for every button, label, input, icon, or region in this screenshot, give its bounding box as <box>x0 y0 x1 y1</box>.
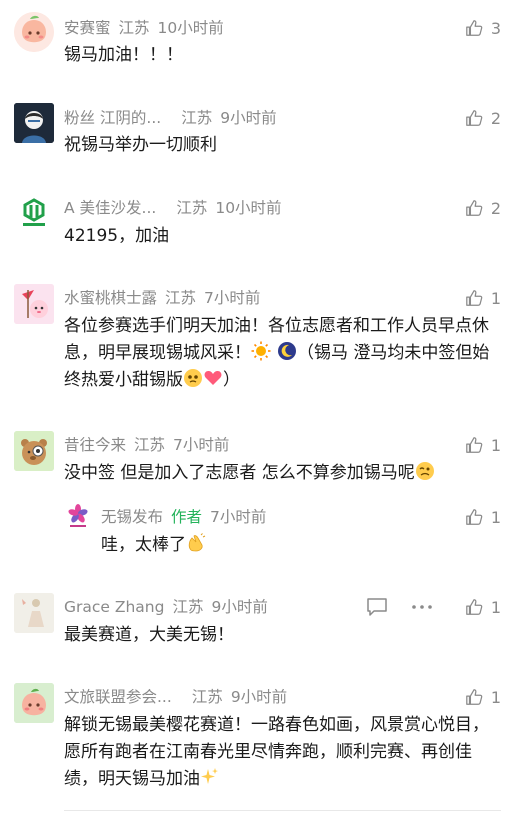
more-dots-icon[interactable] <box>410 597 434 617</box>
comment-text-part: 没中签 但是加入了志愿者 怎么不算参加锡马呢 <box>64 463 415 483</box>
like-count: 1 <box>490 288 501 308</box>
location: 江苏 <box>191 688 223 706</box>
author-badge: 作者 <box>171 508 203 526</box>
pleading-face-emoji-icon <box>184 369 202 387</box>
timestamp: 7小时前 <box>173 436 230 454</box>
comment-text-part: ） <box>223 370 240 390</box>
location: 江苏 <box>181 109 213 127</box>
like-button[interactable]: 3 <box>465 17 501 39</box>
comment-toolbar <box>366 596 434 618</box>
location: 江苏 <box>176 199 208 217</box>
like-button[interactable]: 1 <box>465 434 501 456</box>
comment-meta: 粉丝 江阴的... 江苏 9小时前 <box>64 107 277 129</box>
thumbs-up-icon <box>465 599 483 615</box>
woozy-face-emoji-icon <box>415 462 434 480</box>
avatar[interactable] <box>14 683 54 723</box>
like-count: 3 <box>490 18 501 38</box>
comment-text: 解锁无锡最美樱花赛道！一路春色如画，风景赏心悦目，愿所有跑者在江南春光里尽情奔跑… <box>64 712 504 793</box>
timestamp: 9小时前 <box>220 109 277 127</box>
username[interactable]: Grace Zhang <box>64 598 164 616</box>
avatar[interactable] <box>64 503 92 531</box>
comment-bubble-icon[interactable] <box>366 597 388 617</box>
comment-text: 没中签 但是加入了志愿者 怎么不算参加锡马呢 <box>64 460 504 487</box>
timestamp: 10小时前 <box>157 19 224 37</box>
username[interactable]: 无锡发布 <box>101 508 163 526</box>
thumbs-up-icon <box>465 200 483 216</box>
username[interactable]: 粉丝 江阴的... <box>64 109 161 127</box>
avatar[interactable] <box>14 193 54 233</box>
avatar[interactable] <box>14 284 54 324</box>
like-count: 2 <box>490 198 501 218</box>
thumbs-up-icon <box>465 20 483 36</box>
comment-text: 锡马加油！！！ <box>64 45 183 65</box>
like-count: 2 <box>490 108 501 128</box>
avatar[interactable] <box>14 593 54 633</box>
comment-text: 最美赛道，大美无锡！ <box>64 625 234 645</box>
divider <box>64 810 501 811</box>
username[interactable]: 水蜜桃棋士露 <box>64 289 157 307</box>
like-count: 1 <box>490 507 501 527</box>
comment-meta: 文旅联盟参会... 江苏 9小时前 <box>64 686 287 708</box>
like-button[interactable]: 1 <box>465 686 501 708</box>
username[interactable]: A 美佳沙发... <box>64 199 156 217</box>
comment-text: 祝锡马举办一切顺利 <box>64 135 217 155</box>
avatar[interactable] <box>14 103 54 143</box>
username[interactable]: 安赛蜜 <box>64 19 111 37</box>
username[interactable]: 文旅联盟参会... <box>64 688 172 706</box>
comment-text: 各位参赛选手们明天加油！各位志愿者和工作人员早点休息，明早展现锡城风采！ （锡马 … <box>64 313 504 394</box>
thumbs-up-icon <box>465 689 483 705</box>
timestamp: 7小时前 <box>204 289 261 307</box>
avatar[interactable] <box>14 12 54 52</box>
thumbs-up-icon <box>465 110 483 126</box>
sun-emoji-icon <box>251 341 271 361</box>
like-button[interactable]: 2 <box>465 107 501 129</box>
timestamp: 9小时前 <box>211 598 268 616</box>
like-button[interactable]: 2 <box>465 197 501 219</box>
location: 江苏 <box>165 289 197 307</box>
like-count: 1 <box>490 597 501 617</box>
avatar[interactable] <box>14 431 54 471</box>
timestamp: 7小时前 <box>210 508 267 526</box>
timestamp: 9小时前 <box>230 688 288 706</box>
thumbs-up-icon <box>465 290 483 306</box>
location: 江苏 <box>172 598 204 616</box>
comment-meta: A 美佳沙发... 江苏 10小时前 <box>64 197 282 219</box>
thumbs-up-icon <box>465 509 483 525</box>
sparkles-emoji-icon <box>201 768 218 784</box>
comment-text-part: 哇，太棒了 <box>101 535 186 555</box>
comment-text: 42195，加油 <box>64 226 170 246</box>
location: 江苏 <box>134 436 166 454</box>
heart-emoji-icon <box>204 370 222 385</box>
comment-text: 哇，太棒了 <box>101 532 515 559</box>
like-count: 1 <box>490 687 501 707</box>
clapping-hands-emoji-icon <box>188 533 206 552</box>
like-button[interactable]: 1 <box>465 596 501 618</box>
moon-emoji-icon <box>278 342 296 360</box>
username[interactable]: 昔往今来 <box>64 436 126 454</box>
comment-meta: Grace Zhang 江苏 9小时前 <box>64 596 268 618</box>
comment-meta: 安赛蜜 江苏 10小时前 <box>64 17 224 39</box>
comment-meta: 无锡发布 作者 7小时前 <box>101 506 266 528</box>
timestamp: 10小时前 <box>215 199 282 217</box>
thumbs-up-icon <box>465 437 483 453</box>
like-button[interactable]: 1 <box>465 287 501 309</box>
comment-text-part: 解锁无锡最美樱花赛道！一路春色如画，风景赏心悦目，愿所有跑者在江南春光里尽情奔跑… <box>64 715 489 789</box>
like-count: 1 <box>490 435 501 455</box>
like-button[interactable]: 1 <box>465 506 501 528</box>
comment-meta: 水蜜桃棋士露 江苏 7小时前 <box>64 287 260 309</box>
location: 江苏 <box>118 19 150 37</box>
comment-meta: 昔往今来 江苏 7小时前 <box>64 434 229 456</box>
